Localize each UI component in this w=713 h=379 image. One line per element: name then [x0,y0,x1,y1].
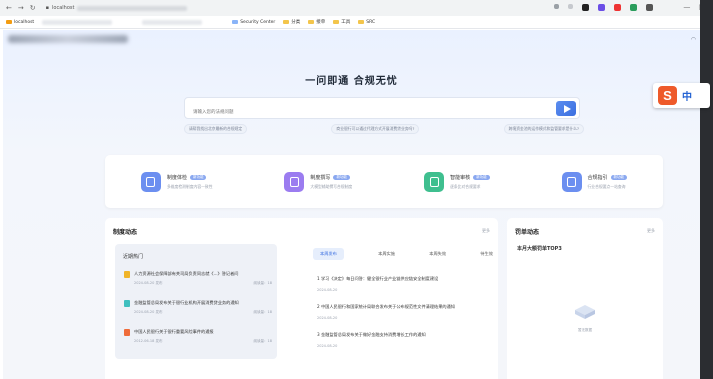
translate-icon[interactable] [554,4,559,9]
search-input[interactable] [185,102,545,123]
feature-desc: 大模型辅助撰写合规制度 [310,183,353,189]
bookmark-blurred [42,19,113,25]
bookmark-folder[interactable]: 分类 [283,19,300,25]
hero-title: 一问即通 合规无忧 [305,76,398,87]
bookmark-item[interactable]: localhost [6,20,34,25]
search-submit-button[interactable] [556,101,576,116]
news-item[interactable]: 1 学习《决定》每日问答：健全银行业产业链供应链安全制度建设 2024-08-2… [317,276,497,292]
extensions-bar [554,4,653,11]
send-icon [563,104,571,113]
feature-tag: 新功能 [189,174,207,180]
suggestion-chip[interactable]: 商业银行可以通过代理方式开展消费贷业务吗? [331,124,420,134]
search-box [184,97,580,123]
feature-desc: 逐条比对合规要求 [450,183,481,189]
news-item[interactable]: 2 中国人民银行和国家统计局联合发布关于公布规范性文件清理结果的通知 2024-… [317,304,497,320]
feature-card[interactable]: 制度体检 新功能 多维度检测制度内容一致性 [140,171,213,192]
edit-icon [284,171,305,192]
bookmark-blurred [142,19,203,25]
search-suggestions: 请帮我找出北京最新的合规规定 商业银行可以通过代理方式开展消费贷业务吗? 跨境资… [184,124,584,134]
bookmark-folder[interactable]: 接单 [308,19,325,25]
guide-icon [561,171,582,192]
bookmark-star-icon[interactable] [568,4,573,9]
section-title: 制度动态 [113,229,138,236]
feature-title: 制度体检 [166,174,187,181]
page-content: ◠ 一问即通 合规无忧 请帮我找出北京最新的合规规定 商业银行可以通过代理方式开… [3,30,700,379]
more-link[interactable]: 更多 [482,228,490,234]
extension-icon[interactable] [598,4,605,11]
hot-list-title: 近期热门 [123,254,144,260]
feature-title: 合规指引 [587,174,608,181]
bookmarks-bar: localhost Security Center 分类 接单 工具 SRC [0,16,713,29]
forward-icon[interactable]: → [18,4,24,12]
feature-tag: 新功能 [473,174,490,180]
minimize-icon[interactable]: — [683,3,690,11]
document-icon [124,329,130,336]
empty-text: 暂无数据 [578,328,592,332]
feature-desc: 多维度检测制度内容一致性 [166,183,213,189]
tab-this-week-effective[interactable]: 本周实施 [378,251,395,257]
headset-icon[interactable]: ◠ [691,36,696,43]
feature-cards: 制度体检 新功能 多维度检测制度内容一致性 制度撰写 新功能 大模型辅助撰写合规制度… [105,155,663,208]
suggestion-chip[interactable]: 跨境资金池的运作模式和监管要求是什么? [503,124,584,134]
extension-icon[interactable] [630,4,637,11]
document-icon [124,300,130,307]
tab-this-week-expired[interactable]: 本周失效 [429,251,446,257]
document-icon [124,271,130,278]
bookmark-folder[interactable]: 工具 [333,19,350,25]
feature-title: 制度撰写 [310,174,331,181]
ime-language-toggle[interactable]: 中 [682,88,692,103]
hot-list: 近期热门 人力资源社会保障部有关司局负责同志就《...》答记者问 2024-08… [115,244,277,359]
more-link[interactable]: 更多 [647,228,655,234]
news-item[interactable]: 3 金融监管总局发布关于做好金融支持消费增长工作的通知 2024-08-20 [317,332,497,348]
ime-toolbar[interactable]: S 中 [653,83,710,108]
suggestion-chip[interactable]: 请帮我找出北京最新的合规规定 [184,124,248,134]
tab-this-week-published[interactable]: 本周发布 [313,248,344,260]
sogou-logo-icon: S [658,86,677,105]
page-icon: ▪ [45,5,50,11]
extension-icon[interactable] [646,4,653,11]
feature-tag: 新功能 [610,174,628,180]
site-header: ◠ [3,30,700,48]
feature-desc: 行业合规要点一站查询 [587,183,626,189]
penalty-subtitle: 本月大额罚单TOP3 [517,246,562,252]
document-check-icon [140,171,161,192]
browser-toolbar: ← → ↻ ▪ localhost — ▢ [0,0,713,16]
bookmark-folder[interactable]: SRC [358,20,375,25]
site-logo [8,35,128,43]
feature-card[interactable]: 智能审核 新功能 逐条比对合规要求 [424,171,490,192]
feature-tag: 新功能 [333,174,350,180]
nav-buttons: ← → ↻ [6,4,36,12]
policy-tabs: 本周发布 本周实施 本周失效 待生效 [313,248,493,260]
extension-icon[interactable] [614,4,621,11]
policy-panel: 制度动态 更多 近期热门 人力资源社会保障部有关司局负责同志就《...》答记者问… [105,218,498,379]
address-bar[interactable]: ▪ localhost [46,5,188,11]
url-text: localhost [52,5,75,11]
feature-card[interactable]: 制度撰写 新功能 大模型辅助撰写合规制度 [284,171,353,192]
feature-card[interactable]: 合规指引 新功能 行业合规要点一站查询 [561,171,628,192]
reload-icon[interactable]: ↻ [30,4,36,12]
review-icon [424,171,445,192]
browser-window: ← → ↻ ▪ localhost — ▢ localhost Security… [0,0,713,379]
feature-title: 智能审核 [450,174,471,181]
scrollbar-gutter [700,0,713,379]
bookmark-item[interactable]: Security Center [232,20,275,25]
extension-icon[interactable] [582,4,589,11]
tab-pending[interactable]: 待生效 [480,251,493,257]
back-icon[interactable]: ← [6,4,12,12]
section-title: 罚单动态 [515,229,540,236]
url-blurred [77,5,188,11]
empty-box-icon [575,305,595,319]
penalty-panel: 罚单动态 更多 本月大额罚单TOP3 暂无数据 [507,218,663,379]
